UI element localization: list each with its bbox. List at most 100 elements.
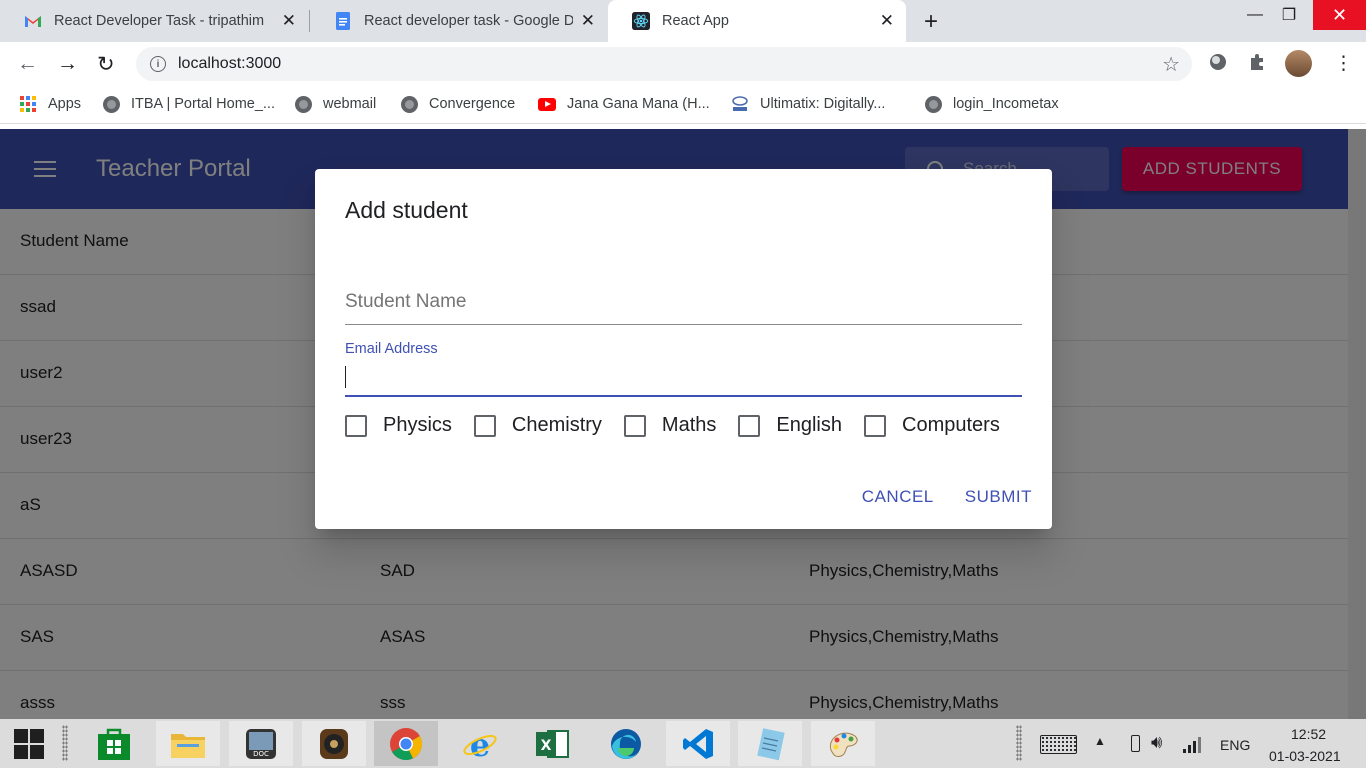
globe-icon: [102, 95, 120, 113]
store-icon[interactable]: [82, 721, 146, 766]
new-tab-icon[interactable]: +: [924, 8, 938, 36]
checkbox-label: English: [776, 414, 842, 436]
back-arrow-icon[interactable]: ←: [17, 52, 38, 76]
language-indicator[interactable]: ENG: [1220, 737, 1250, 753]
bookmark-label: Ultimatix: Digitally...: [760, 96, 886, 112]
tab-title: React Developer Task - tripathim: [54, 13, 265, 29]
speaker-app-icon[interactable]: [302, 721, 366, 766]
email-field-label: Email Address: [345, 341, 438, 357]
touch-keyboard-icon[interactable]: [1040, 735, 1077, 754]
tab-google-docs[interactable]: React developer task - Google Dc ✕: [310, 0, 607, 42]
bookmark-ultimatix[interactable]: Ultimatix: Digitally...: [731, 95, 885, 113]
svg-text:DOC: DOC: [253, 750, 269, 758]
cancel-button[interactable]: CANCEL: [862, 487, 934, 507]
address-bar[interactable]: i localhost:3000 ☆: [136, 47, 1192, 81]
youtube-icon: [538, 95, 556, 113]
checkbox-label: Maths: [661, 414, 717, 436]
gmail-icon: [24, 12, 42, 30]
bookmark-label: ITBA | Portal Home_...: [131, 96, 275, 112]
window-close-icon[interactable]: ✕: [1313, 0, 1366, 30]
tab-close-icon[interactable]: ✕: [880, 11, 894, 31]
bookmark-label: webmail: [323, 96, 377, 112]
edge-icon[interactable]: [594, 721, 658, 766]
restore-icon[interactable]: ❐: [1266, 0, 1312, 30]
url-text: localhost:3000: [178, 55, 282, 72]
checkbox-icon[interactable]: [864, 414, 886, 437]
bookmark-label: Apps: [48, 96, 82, 112]
checkbox-chemistry[interactable]: Chemistry: [473, 414, 602, 437]
checkbox-icon[interactable]: [473, 414, 496, 437]
bookmark-apps[interactable]: Apps: [19, 95, 81, 113]
globe-icon: [400, 95, 418, 113]
checkbox-icon[interactable]: [623, 414, 646, 437]
show-hidden-icons-icon[interactable]: ▲: [1094, 734, 1106, 748]
extension-circle-icon[interactable]: [1208, 52, 1228, 78]
file-explorer-icon[interactable]: [156, 721, 220, 766]
clock-date[interactable]: 01-03-2021: [1269, 748, 1341, 764]
checkbox-english[interactable]: English: [738, 414, 842, 437]
checkbox-label: Computers: [902, 414, 1000, 436]
notepad-icon[interactable]: [738, 721, 802, 766]
volume-icon[interactable]: 🔊︎: [1151, 732, 1162, 753]
paint-icon[interactable]: [811, 721, 875, 766]
tab-close-icon[interactable]: ✕: [282, 11, 296, 31]
taskbar-grip: [62, 725, 68, 761]
forward-arrow-icon[interactable]: →: [57, 52, 78, 76]
checkbox-physics[interactable]: Physics: [345, 414, 452, 437]
tab-title: React developer task - Google Dc: [364, 13, 573, 29]
globe-icon: [924, 95, 942, 113]
bookmark-star-icon[interactable]: ☆: [1162, 52, 1180, 77]
bookmark-label: Convergence: [429, 96, 516, 112]
network-signal-icon[interactable]: [1183, 735, 1201, 753]
bookmark-convergence[interactable]: Convergence: [400, 95, 515, 113]
tab-gmail[interactable]: React Developer Task - tripathim ✕: [0, 0, 308, 42]
reload-icon[interactable]: ↻: [97, 52, 115, 77]
tata-icon: [731, 95, 749, 113]
windows-taskbar: DOC e X ▲ 🔊︎ ENG 12:52 01-03-2021: [0, 719, 1366, 768]
email-field[interactable]: [345, 361, 1022, 397]
tab-title: React App: [662, 13, 729, 29]
excel-icon[interactable]: X: [520, 721, 584, 766]
info-icon[interactable]: i: [150, 56, 166, 72]
submit-button[interactable]: SUBMIT: [965, 487, 1032, 507]
student-name-field[interactable]: Student Name: [345, 291, 1022, 325]
bookmark-itba[interactable]: ITBA | Portal Home_...: [102, 95, 275, 113]
vscode-icon[interactable]: [666, 721, 730, 766]
checkbox-maths[interactable]: Maths: [623, 414, 717, 437]
tab-close-icon[interactable]: ✕: [581, 11, 595, 31]
profile-avatar[interactable]: [1285, 50, 1312, 77]
doc-viewer-icon[interactable]: DOC: [229, 721, 293, 766]
subjects-checkbox-group: Physics Chemistry Maths English Computer…: [345, 414, 1022, 437]
bookmark-jana-gana-mana[interactable]: Jana Gana Mana (H...: [538, 95, 710, 113]
checkbox-icon[interactable]: [738, 414, 761, 437]
bookmarks-bar: Apps ITBA | Portal Home_... webmail Conv…: [0, 86, 1366, 124]
chrome-icon[interactable]: [374, 721, 438, 766]
add-student-dialog: Add student Student Name Email Address P…: [315, 169, 1052, 529]
apps-grid-icon: [19, 95, 37, 113]
svg-text:X: X: [541, 738, 552, 754]
tab-react-app[interactable]: React App ✕: [608, 0, 906, 42]
menu-kebab-icon[interactable]: ⋮: [1334, 52, 1353, 75]
browser-tab-strip: React Developer Task - tripathim ✕ React…: [0, 0, 1366, 42]
browser-toolbar: ← → ↻ i localhost:3000 ☆ ⋮: [0, 42, 1366, 86]
clock-time[interactable]: 12:52: [1291, 726, 1326, 742]
student-name-placeholder: Student Name: [345, 291, 467, 312]
taskbar-grip: [1016, 725, 1022, 761]
extensions-puzzle-icon[interactable]: [1248, 52, 1268, 78]
internet-explorer-icon[interactable]: e: [448, 721, 512, 766]
text-caret: [345, 366, 346, 388]
bookmark-label: login_Incometax: [953, 96, 1059, 112]
checkbox-label: Chemistry: [511, 414, 602, 436]
battery-icon[interactable]: [1131, 735, 1140, 752]
react-icon: [632, 12, 650, 30]
dialog-actions: CANCEL SUBMIT: [831, 487, 1032, 507]
bookmark-incometax[interactable]: login_Incometax: [924, 95, 1059, 113]
dialog-title: Add student: [345, 197, 468, 223]
bookmark-webmail[interactable]: webmail: [294, 95, 376, 113]
checkbox-label: Physics: [383, 414, 452, 436]
windows-start-icon[interactable]: [14, 729, 44, 759]
checkbox-icon[interactable]: [345, 414, 367, 437]
checkbox-computers[interactable]: Computers: [864, 414, 1000, 437]
google-docs-icon: [334, 12, 352, 30]
svg-text:e: e: [470, 726, 490, 762]
